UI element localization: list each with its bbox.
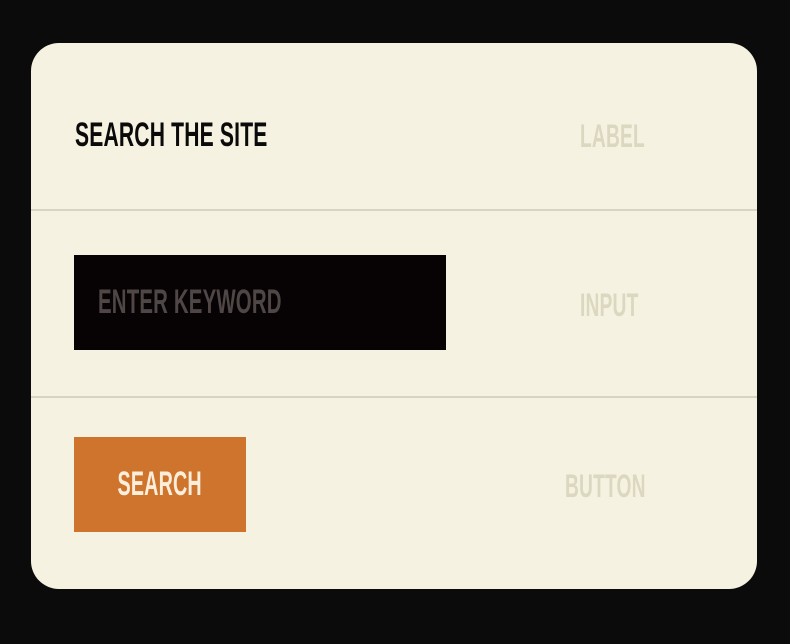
keyword-search-input[interactable]: ENTER KEYWORD [74,255,446,350]
search-button[interactable]: SEARCH [74,437,246,532]
button-row: SEARCH BUTTON [31,398,757,589]
input-row: ENTER KEYWORD INPUT [31,211,757,396]
label-tag: LABEL [580,118,645,154]
label-row: SEARCH THE SITE LABEL [31,43,757,209]
search-component-card: SEARCH THE SITE LABEL ENTER KEYWORD INPU… [31,43,757,589]
button-tag: BUTTON [565,468,646,504]
search-button-label: SEARCH [117,464,203,503]
input-tag: INPUT [580,287,639,323]
search-title-label: SEARCH THE SITE [75,116,268,154]
keyword-input-placeholder: ENTER KEYWORD [98,282,282,321]
